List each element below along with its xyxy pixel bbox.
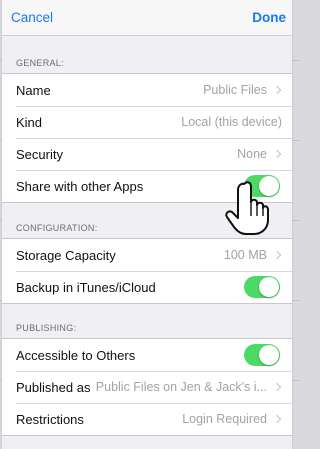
section-header-configuration: CONFIGURATION: [16,223,98,233]
settings-sheet: Cancel Done GENERAL: Name Public Files K… [2,0,292,449]
row-restrictions[interactable]: Restrictions Login Required [2,403,292,435]
row-value: None [237,147,267,161]
chevron-right-icon [272,149,282,159]
row-value: Login Required [182,412,267,426]
share-toggle[interactable] [244,175,280,197]
toggle-knob [259,345,279,365]
row-backup-itunes-icloud: Backup in iTunes/iCloud [2,271,292,303]
chevron-right-icon [272,414,282,424]
row-published-as[interactable]: Published as Public Files on Jen & Jack'… [2,371,292,403]
backup-toggle[interactable] [244,276,280,298]
group-publishing: Accessible to Others Published as Public… [2,338,292,436]
row-label: Backup in iTunes/iCloud [16,279,156,295]
row-value: Local (this device) [181,115,282,129]
row-accessible-to-others: Accessible to Others [2,339,292,371]
row-label: Name [16,82,51,98]
row-label: Share with other Apps [16,178,144,194]
row-value: 100 MB [223,248,267,262]
row-label: Storage Capacity [16,247,116,263]
row-name[interactable]: Name Public Files [2,74,292,106]
row-label: Published as [16,379,91,395]
chevron-right-icon [272,85,282,95]
section-header-publishing: PUBLISHING: [16,323,77,333]
row-label: Restrictions [16,411,84,427]
accessible-toggle[interactable] [244,344,280,366]
group-general: Name Public Files Kind Local (this devic… [2,73,292,203]
group-configuration: Storage Capacity 100 MB Backup in iTunes… [2,238,292,304]
section-header-general: GENERAL: [16,58,64,68]
row-label: Accessible to Others [16,347,136,363]
row-kind: Kind Local (this device) [2,106,292,138]
cancel-button[interactable]: Cancel [11,10,53,25]
row-label: Security [16,146,63,162]
chevron-right-icon [272,382,282,392]
done-button[interactable]: Done [252,10,286,25]
row-value: Public Files [203,83,267,97]
chevron-right-icon [272,250,282,260]
row-storage-capacity[interactable]: Storage Capacity 100 MB [2,239,292,271]
toggle-knob [259,277,279,297]
row-value: Public Files on Jen & Jack's i... [95,380,267,394]
row-share-with-other-apps: Share with other Apps [2,170,292,202]
row-security[interactable]: Security None [2,138,292,170]
row-label: Kind [16,114,43,130]
navigation-bar: Cancel Done [2,0,292,36]
toggle-knob [259,176,279,196]
